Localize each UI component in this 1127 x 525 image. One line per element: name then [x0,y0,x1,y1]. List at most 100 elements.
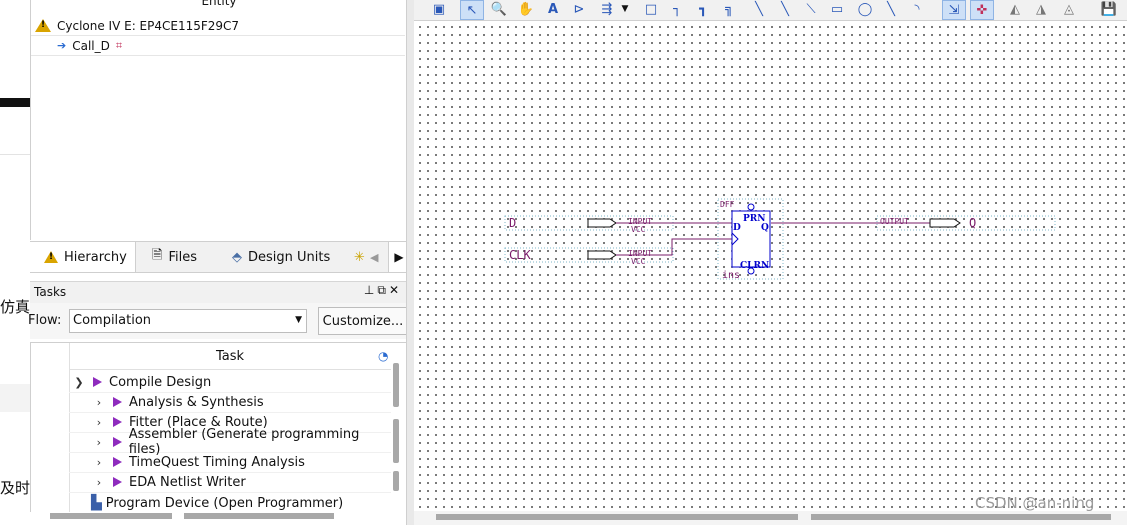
rectangle-icon[interactable]: ▭ [826,0,848,18]
programmer-icon[interactable]: ▙ [91,495,102,511]
highlight-row [0,384,30,412]
flip-vertical-icon[interactable]: ◮ [1030,0,1052,18]
flow-label: Flow: [28,313,62,328]
hierarchy-icon: ⌗ [115,38,123,52]
canvas-horizontal-scrollbar[interactable] [414,511,1127,525]
diagonal-bus-icon[interactable]: ╲ [774,0,796,18]
scroll-thumb[interactable] [811,514,1111,520]
tab-files[interactable]: 🗎 Files [152,242,197,272]
rubberband-icon[interactable]: ⇲ [942,0,966,20]
flow-row: Flow: Compilation ▼ Customize... [28,303,410,339]
task-row[interactable]: ❯ Compile Design [69,372,391,393]
chevron-right-icon[interactable]: › [91,436,107,449]
task-row[interactable]: ▙ Program Device (Open Programmer) [69,493,391,513]
tab-hierarchy[interactable]: Hierarchy [30,242,136,272]
conduit-icon[interactable]: ╗ [718,0,740,18]
dark-bar [0,98,30,107]
customize-button[interactable]: Customize... [318,307,408,335]
tab-design-units[interactable]: ⬘ Design Units [232,242,330,272]
task-label: Analysis & Synthesis [129,394,264,410]
tab-more[interactable]: ✳ [354,242,365,272]
flow-select-value: Compilation [73,313,152,328]
ellipse-icon[interactable]: ◯ [854,0,876,18]
task-row[interactable]: › TimeQuest Timing Analysis [69,452,391,473]
tab-scroll-left[interactable]: ◀ [370,242,378,272]
chevron-right-icon[interactable]: › [91,416,107,429]
run-icon[interactable] [113,457,122,467]
tasks-title-bar: Tasks ⊥⧉✕ [30,281,406,304]
scroll-thumb[interactable] [393,471,399,491]
time-icon: ◔ [378,349,389,363]
pin-d-label: D [509,216,516,230]
chevron-right-icon[interactable]: › [91,476,107,489]
tab-label: Files [168,249,197,265]
top-entity-label: Call_D [72,38,110,53]
tasks-title: Tasks [34,285,67,299]
chevron-down-icon[interactable]: ❯ [71,376,87,389]
chevron-right-icon[interactable]: › [91,396,107,409]
scroll-thumb[interactable] [50,513,172,519]
zoom-icon[interactable]: 🔍 [488,0,510,18]
dff-q-label: Q [761,223,769,233]
symbol-tool-icon[interactable]: ⊳ [568,0,590,18]
diagonal-conduit-icon[interactable]: ⟍ [800,0,822,18]
task-scrollbar[interactable] [393,361,399,511]
panel-controls: ⊥⧉✕ [364,283,402,298]
task-row[interactable]: › Assembler (Generate programming files) [69,427,391,457]
run-icon[interactable] [113,397,122,407]
chevron-right-icon[interactable]: › [91,456,107,469]
scroll-thumb[interactable] [436,514,798,520]
block-tool-icon[interactable]: □ [640,0,662,18]
orthogonal-node-icon[interactable]: ┐ [666,0,688,18]
scroll-thumb[interactable] [393,363,399,407]
top-entity-row[interactable]: ➔ Call_D ⌗ [31,36,405,56]
device-row[interactable]: Cyclone IV E: EP4CE115F29C7 [31,16,405,36]
units-icon: ⬘ [232,249,242,265]
flip-horizontal-icon[interactable]: ◭ [1004,0,1026,18]
orthogonal-bus-icon[interactable]: ┓ [692,0,714,18]
pin-tool-icon[interactable]: ⇶ [596,0,618,18]
task-label: Compile Design [109,374,212,390]
pin-icon[interactable]: ⊥ [364,283,377,297]
chevron-down-icon[interactable]: ▼ [618,0,632,18]
task-column-header: Task [69,343,391,370]
schematic-canvas[interactable]: D INPUT VCC CLK INPUT VCC DFF PRN D Q CL… [414,21,1127,511]
task-row[interactable]: › EDA Netlist Writer [69,472,391,493]
prn-bubble [747,203,755,211]
rotate-icon[interactable]: ◬ [1058,0,1080,18]
run-icon[interactable] [113,417,122,427]
scroll-thumb[interactable] [184,513,334,519]
run-icon[interactable] [93,377,102,387]
save-icon[interactable]: 💾 [1098,0,1120,18]
arc-icon[interactable]: ◝ [906,0,928,18]
partial-line-icon[interactable]: ✜ [970,0,994,20]
float-icon[interactable]: ⧉ [377,283,389,297]
line-icon[interactable]: ╲ [880,0,902,18]
chevron-right-icon: ▶ [394,250,404,264]
hand-icon[interactable]: ✋ [515,0,537,18]
task-status-column [31,343,70,513]
task-label: EDA Netlist Writer [129,474,246,490]
dff-name-label: DFF [720,200,735,209]
pin-q-label: Q [969,216,976,230]
select-tool-icon[interactable]: ↖ [460,0,484,20]
scroll-thumb[interactable] [393,419,399,463]
task-row[interactable]: › Analysis & Synthesis [69,392,391,413]
input-pin-d-symbol [587,218,617,228]
vcc-label: VCC [631,257,646,266]
flow-select[interactable]: Compilation ▼ [69,309,307,333]
entity-arrow-icon: ➔ [57,39,67,52]
sparkle-icon: ✳ [354,249,365,265]
run-icon[interactable] [113,477,122,487]
diagonal-node-icon[interactable]: ╲ [748,0,770,18]
tab-label: Hierarchy [64,249,127,265]
warning-icon [44,251,58,263]
text-tool-icon[interactable]: A [542,0,564,18]
output-pin-q-symbol [929,218,961,228]
cropped-text-2: 及时 [0,479,31,497]
file-icon: 🗎 [152,248,163,263]
window-icon[interactable]: ▣ [428,0,450,18]
close-icon[interactable]: ✕ [389,283,402,297]
left-horizontal-scrollbar[interactable] [30,512,410,525]
run-icon[interactable] [112,437,122,447]
